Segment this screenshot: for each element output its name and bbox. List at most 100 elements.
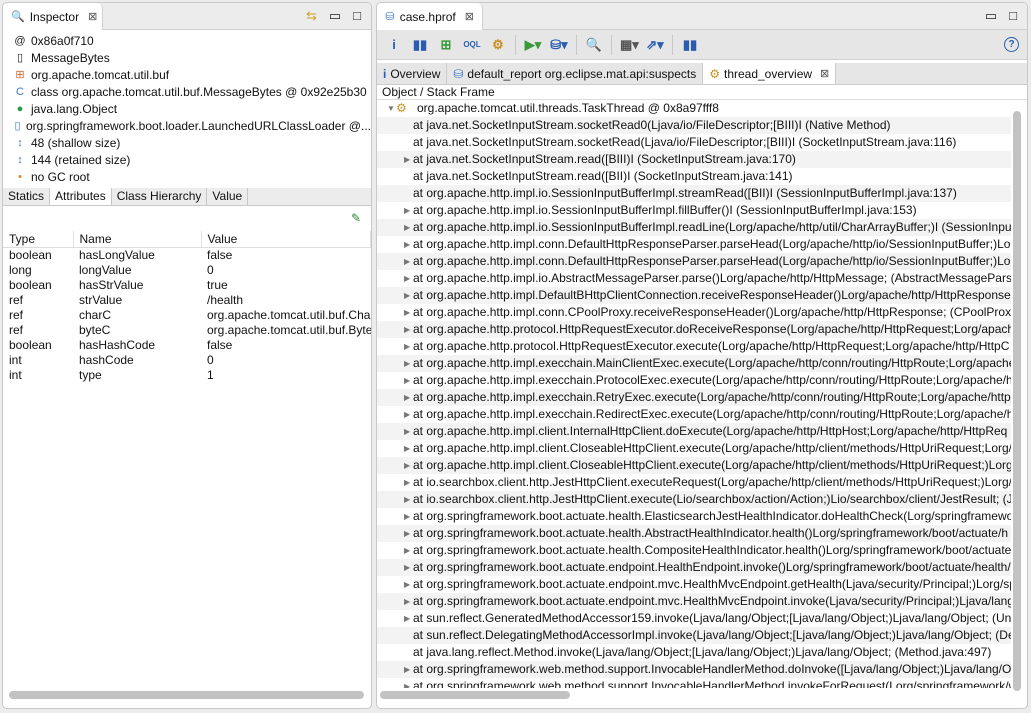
leak-suspects-icon[interactable]: ▮▮ xyxy=(681,37,699,53)
help-icon[interactable]: ? xyxy=(1004,37,1019,52)
stack-frame-row[interactable]: at sun.reflect.GeneratedMethodAccessor15… xyxy=(377,610,1011,627)
col-name[interactable]: Name xyxy=(73,231,202,248)
search-icon[interactable]: 🔍 xyxy=(585,37,603,53)
cell-value: 0 xyxy=(207,352,214,367)
histogram-icon[interactable]: ▮▮ xyxy=(411,37,429,53)
info-text: class org.apache.tomcat.util.buf.Message… xyxy=(31,84,367,99)
tab-label: thread_overview xyxy=(723,66,813,81)
table-row[interactable]: boolean hasStrValue true xyxy=(3,277,371,292)
tab-statics[interactable]: Statics xyxy=(3,188,51,205)
sync-icon[interactable]: ⇆ xyxy=(306,8,317,24)
minimize-icon[interactable]: ▭ xyxy=(329,8,341,24)
stack-frame-row[interactable]: at org.springframework.web.method.suppor… xyxy=(377,661,1011,678)
close-icon[interactable]: ⊠ xyxy=(820,67,829,80)
calculator-icon[interactable]: ▦▾ xyxy=(620,37,639,53)
horizontal-scrollbar[interactable] xyxy=(9,691,364,699)
stack-frame-row[interactable]: at org.apache.http.impl.client.Closeable… xyxy=(377,457,1011,474)
tab-inspector[interactable]: 🔍 Inspector ⊠ xyxy=(3,3,103,30)
stack-frame-row[interactable]: at org.apache.http.impl.execchain.RetryE… xyxy=(377,389,1011,406)
table-row[interactable]: boolean hasLongValue false xyxy=(3,247,371,262)
minimize-icon[interactable]: ▭ xyxy=(985,8,997,24)
info-icon[interactable]: i xyxy=(385,37,403,52)
tab-default-report[interactable]: ⛁ default_report org.eclipse.mat.api:susp… xyxy=(447,63,704,84)
close-icon[interactable]: ⊠ xyxy=(88,10,97,23)
stack-frame-row[interactable]: at org.springframework.boot.actuate.endp… xyxy=(377,593,1011,610)
gc-root-icon: • xyxy=(18,170,22,183)
dominator-tree-icon[interactable]: ⊞ xyxy=(437,37,455,53)
stack-frame-row[interactable]: at sun.reflect.DelegatingMethodAccessorI… xyxy=(377,627,1011,644)
info-item: ↕ 144 (retained size) xyxy=(3,151,371,168)
stack-frame-row[interactable]: at org.apache.http.impl.client.Closeable… xyxy=(377,440,1011,457)
stack-frame-row[interactable]: at org.apache.http.impl.conn.DefaultHttp… xyxy=(377,253,1011,270)
tab-case-hprof[interactable]: ⛁ case.hprof ⊠ xyxy=(377,3,483,30)
table-row[interactable]: ref charC org.apache.tomcat.util.buf.Char xyxy=(3,307,371,322)
info-text: 0x86a0f710 xyxy=(31,33,94,48)
stack-frame-row[interactable]: at org.apache.http.impl.io.SessionInputB… xyxy=(377,185,1011,202)
pin-icon[interactable]: ✎ xyxy=(3,206,371,231)
thread-overview-icon[interactable]: ⚙ xyxy=(489,37,507,53)
stack-frame-row[interactable]: at org.apache.http.impl.io.SessionInputB… xyxy=(377,202,1011,219)
cell-type: boolean xyxy=(9,247,52,262)
stack-frame-row[interactable]: at org.apache.http.impl.conn.CPoolProxy.… xyxy=(377,304,1011,321)
table-row[interactable]: int type 1 xyxy=(3,367,371,382)
stack-frame-row[interactable]: at io.searchbox.client.http.JestHttpClie… xyxy=(377,491,1011,508)
stack-frame-row[interactable]: at org.apache.http.protocol.HttpRequestE… xyxy=(377,338,1011,355)
table-row[interactable]: int hashCode 0 xyxy=(3,352,371,367)
cell-name: type xyxy=(79,367,102,382)
stack-frame-row[interactable]: at org.springframework.boot.actuate.heal… xyxy=(377,525,1011,542)
stack-frame-row[interactable]: at java.net.SocketInputStream.read([BIII… xyxy=(377,151,1011,168)
stack-frame-row[interactable]: at java.lang.reflect.Method.invoke(Ljava… xyxy=(377,644,1011,661)
tab-class-hierarchy[interactable]: Class Hierarchy xyxy=(112,188,208,205)
thread-row[interactable]: ⚙ org.apache.tomcat.util.threads.TaskThre… xyxy=(377,100,1011,117)
stack-frame-row[interactable]: at org.apache.http.impl.io.SessionInputB… xyxy=(377,219,1011,236)
stack-frame-row[interactable]: at org.apache.http.impl.io.AbstractMessa… xyxy=(377,270,1011,287)
query-browser-icon[interactable]: ⛁▾ xyxy=(550,37,568,53)
vertical-scrollbar[interactable] xyxy=(1013,111,1021,691)
stack-frame-row[interactable]: at org.apache.http.impl.conn.DefaultHttp… xyxy=(377,236,1011,253)
run-report-icon[interactable]: ▶▾ xyxy=(524,37,542,53)
table-row[interactable]: ref byteC org.apache.tomcat.util.buf.Byte xyxy=(3,322,371,337)
col-object-stack-frame[interactable]: Object / Stack Frame xyxy=(377,85,1027,100)
stack-frame-row[interactable]: at org.apache.http.impl.execchain.MainCl… xyxy=(377,355,1011,372)
table-row[interactable]: ref strValue/health xyxy=(3,292,371,307)
stack-frame-row[interactable]: at org.springframework.boot.actuate.heal… xyxy=(377,508,1011,525)
report-icon: ⛁ xyxy=(453,66,464,81)
stack-frame-row[interactable]: at io.searchbox.client.http.JestHttpClie… xyxy=(377,474,1011,491)
cell-value: org.apache.tomcat.util.buf.Char xyxy=(207,307,371,322)
editor-view: ⛁ case.hprof ⊠ ▭ □ i ▮▮ ⊞ OQL ⚙ ▶▾ ⛁▾ 🔍 … xyxy=(376,2,1028,709)
col-type[interactable]: Type xyxy=(3,231,74,248)
info-item: ⊞ org.apache.tomcat.util.buf xyxy=(3,66,371,83)
table-row[interactable]: long longValue 0 xyxy=(3,262,371,277)
stack-frame-row[interactable]: at org.springframework.boot.actuate.endp… xyxy=(377,576,1011,593)
stack-frame-row[interactable]: at org.apache.http.impl.client.InternalH… xyxy=(377,423,1011,440)
stack-frame-row[interactable]: at java.net.SocketInputStream.socketRead… xyxy=(377,117,1011,134)
stack-frame-row[interactable]: at org.springframework.boot.actuate.heal… xyxy=(377,542,1011,559)
stack-tree: ⚙ org.apache.tomcat.util.threads.TaskThre… xyxy=(377,100,1011,688)
stack-frame-row[interactable]: at java.net.SocketInputStream.socketRead… xyxy=(377,134,1011,151)
info-item: @0x86a0f710 xyxy=(3,32,371,49)
tab-overview[interactable]: i Overview xyxy=(377,63,448,84)
maximize-icon[interactable]: □ xyxy=(1009,8,1017,24)
stack-frame-row[interactable]: at org.apache.http.impl.execchain.Protoc… xyxy=(377,372,1011,389)
stack-frame-row[interactable]: at org.springframework.boot.actuate.endp… xyxy=(377,559,1011,576)
maximize-icon[interactable]: □ xyxy=(353,8,361,24)
stack-frame-row[interactable]: at org.apache.http.impl.DefaultBHttpClie… xyxy=(377,287,1011,304)
export-icon[interactable]: ⇗▾ xyxy=(646,37,664,53)
cell-name: byteC xyxy=(79,322,111,337)
attributes-table: Type Name Value boolean hasLongValue false… xyxy=(3,231,371,382)
horizontal-scrollbar[interactable] xyxy=(380,691,570,699)
cell-type: int xyxy=(9,352,22,367)
tab-attributes[interactable]: Attributes xyxy=(50,188,112,205)
oql-icon[interactable]: OQL xyxy=(463,40,481,49)
cell-name: charC xyxy=(79,307,112,322)
close-icon[interactable]: ⊠ xyxy=(465,10,474,23)
info-item: ▯ MessageBytes xyxy=(3,49,371,66)
tab-value[interactable]: Value xyxy=(207,188,249,205)
col-value[interactable]: Value xyxy=(201,231,371,248)
stack-frame-row[interactable]: at org.apache.http.impl.execchain.Redire… xyxy=(377,406,1011,423)
tab-thread-overview[interactable]: ⚙ thread_overview ⊠ xyxy=(703,63,837,84)
stack-frame-row[interactable]: at org.apache.http.protocol.HttpRequestE… xyxy=(377,321,1011,338)
stack-frame-row[interactable]: at org.springframework.web.method.suppor… xyxy=(377,678,1011,688)
stack-frame-row[interactable]: at java.net.SocketInputStream.read([BII)… xyxy=(377,168,1011,185)
table-row[interactable]: boolean hasHashCode false xyxy=(3,337,371,352)
